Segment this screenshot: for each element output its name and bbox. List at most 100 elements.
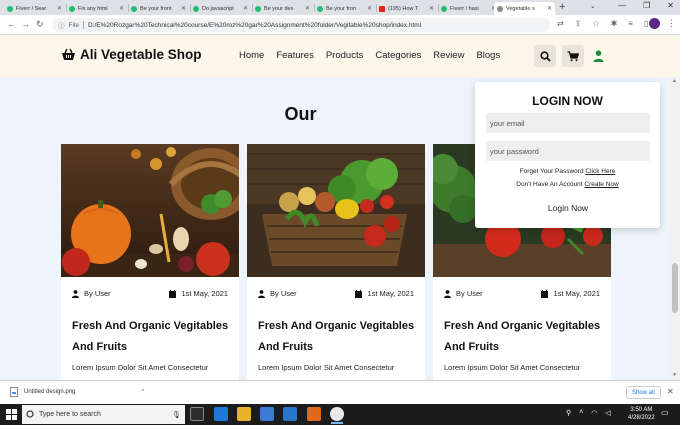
maximize-button[interactable]: ❐ (643, 1, 650, 10)
extensions-icon[interactable]: ✱ (611, 19, 618, 28)
browser-tab-active[interactable]: Vegetable s ✕ (494, 2, 555, 15)
browser-tab[interactable]: Fix any html ✕ (66, 2, 127, 15)
close-tab-icon[interactable]: ✕ (243, 5, 248, 12)
fiverr-icon (131, 5, 137, 12)
site-logo[interactable]: Ali Vegetable Shop (61, 47, 202, 62)
window-controls: — ❐ ✕ (618, 1, 674, 10)
new-tab-button[interactable]: + (559, 1, 565, 13)
basket-icon (62, 48, 75, 60)
file-icon (10, 387, 18, 397)
browser-tab-strip: Fiverr / Sear ✕ Fix any html ✕ Be your fro… (0, 0, 680, 15)
bookmark-star-icon[interactable]: ☆ (592, 19, 599, 28)
forward-arrow-icon[interactable]: → (21, 19, 30, 29)
profile-avatar[interactable] (649, 18, 660, 29)
notification-icon[interactable]: ▭ (661, 408, 669, 417)
globe-icon (497, 5, 503, 12)
media-icon[interactable]: ≡ (628, 19, 633, 28)
search-icon (26, 410, 34, 418)
close-tab-icon[interactable]: ✕ (119, 5, 124, 12)
windows-start-icon[interactable] (6, 409, 17, 420)
login-button[interactable] (593, 49, 604, 67)
microphone-icon[interactable]: 🎙 (172, 411, 181, 419)
nav-home[interactable]: Home (239, 50, 264, 61)
close-tab-icon[interactable]: ✕ (367, 5, 372, 12)
browser-tab[interactable]: (195) How T ✕ (376, 2, 437, 15)
close-tab-icon[interactable]: ✕ (547, 5, 552, 12)
blog-image-basket (61, 144, 239, 277)
volume-icon[interactable]: ◁ (605, 409, 610, 417)
browser-tab[interactable]: Be your fron ✕ (314, 2, 375, 15)
close-tab-icon[interactable]: ✕ (429, 5, 434, 12)
blog-date: 1st May, 2021 (181, 289, 228, 298)
info-icon[interactable]: ⓘ (58, 20, 65, 30)
blog-author: By User (270, 289, 297, 298)
download-bar: Untitled design.png ^ Show all ✕ (0, 380, 680, 404)
clock[interactable]: 3:50 AM 4/28/2022 (628, 406, 655, 422)
url-input[interactable]: ⓘ File D:/E%20Rozgar%20Technical%20cours… (52, 18, 550, 32)
page-scrollbar[interactable]: ▲ ▼ (670, 77, 680, 380)
close-tab-icon[interactable]: ✕ (181, 5, 186, 12)
side-panel-icon[interactable]: ▯ (644, 19, 648, 28)
nav-categories[interactable]: Categories (375, 50, 421, 61)
wifi-icon[interactable]: ◠ (591, 409, 597, 417)
share-icon[interactable]: ⇪ (575, 19, 582, 28)
forgot-password-link[interactable]: Click Here (585, 168, 615, 175)
url-scheme-label: File (68, 21, 79, 29)
blog-excerpt: Lorem Ipsum Dolor Sit Amet Consectetur (72, 363, 209, 372)
minimize-button[interactable]: — (618, 1, 626, 10)
calendar-icon (541, 289, 549, 298)
fiverr-icon (317, 5, 323, 12)
blog-title[interactable]: Fresh And Organic Vegitables And Fruits (72, 316, 232, 358)
calendar-icon (355, 289, 363, 298)
chevron-up-icon[interactable]: ^ (141, 389, 144, 395)
chevron-up-icon[interactable]: ˄ (579, 409, 583, 417)
chrome-icon[interactable] (330, 407, 344, 424)
search-button[interactable] (534, 45, 556, 67)
browser-tab[interactable]: Fiverr / hasi✕ (438, 2, 499, 15)
tab-search-icon[interactable]: ⌄ (590, 2, 596, 10)
scroll-up-icon[interactable]: ▲ (672, 78, 677, 84)
nav-features[interactable]: Features (276, 50, 314, 61)
close-download-bar-icon[interactable]: ✕ (667, 387, 674, 396)
file-explorer-icon[interactable] (237, 407, 251, 421)
download-filename: Untitled design.png (24, 389, 76, 395)
nav-blogs[interactable]: Blogs (476, 50, 500, 61)
store-icon[interactable] (260, 407, 274, 421)
translate-icon[interactable]: ⇄ (557, 19, 564, 28)
people-icon[interactable]: ⚲ (566, 409, 571, 417)
create-account-link[interactable]: Create Now (584, 181, 618, 188)
close-tab-icon[interactable]: ✕ (57, 5, 62, 12)
password-input[interactable] (486, 141, 650, 161)
nav-products[interactable]: Products (326, 50, 364, 61)
menu-icon[interactable]: ⋮ (667, 18, 676, 29)
blog-date: 1st May, 2021 (553, 289, 600, 298)
site-header: Ali Vegetable Shop Home Features Product… (0, 35, 680, 77)
browser-tab[interactable]: Be your des ✕ (252, 2, 313, 15)
blog-title[interactable]: Fresh And Organic Vegitables And Fruits (258, 316, 418, 358)
mail-icon[interactable] (283, 407, 297, 421)
login-submit-button[interactable]: Login Now (533, 201, 603, 215)
back-arrow-icon[interactable]: ← (7, 19, 16, 29)
reload-icon[interactable]: ↻ (36, 19, 44, 30)
browser-tab[interactable]: Fiverr / Sear ✕ (4, 2, 65, 15)
browser-tab[interactable]: Be your front ✕ (128, 2, 189, 15)
task-view-icon[interactable] (190, 407, 204, 421)
fiverr-icon (7, 5, 13, 12)
cart-button[interactable] (562, 45, 584, 67)
scroll-down-icon[interactable]: ▼ (672, 372, 677, 378)
browser-tab[interactable]: Do javascript ✕ (190, 2, 251, 15)
taskbar-search[interactable]: Type here to search 🎙 (22, 405, 185, 424)
nav-review[interactable]: Review (433, 50, 464, 61)
create-account-text: Don't Have An Account (516, 181, 583, 188)
scrollbar-thumb[interactable] (672, 263, 678, 313)
blog-title[interactable]: Fresh And Organic Vegitables And Fruits (444, 316, 604, 358)
sublime-icon[interactable] (307, 407, 321, 421)
show-all-button[interactable]: Show all (626, 386, 661, 399)
edge-icon[interactable] (214, 407, 228, 421)
email-input[interactable] (486, 113, 650, 133)
close-tab-icon[interactable]: ✕ (305, 5, 310, 12)
close-window-button[interactable]: ✕ (667, 1, 674, 10)
main-nav: Home Features Products Categories Review… (239, 50, 512, 61)
download-item[interactable]: Untitled design.png ^ (10, 387, 144, 397)
user-icon (258, 289, 265, 298)
